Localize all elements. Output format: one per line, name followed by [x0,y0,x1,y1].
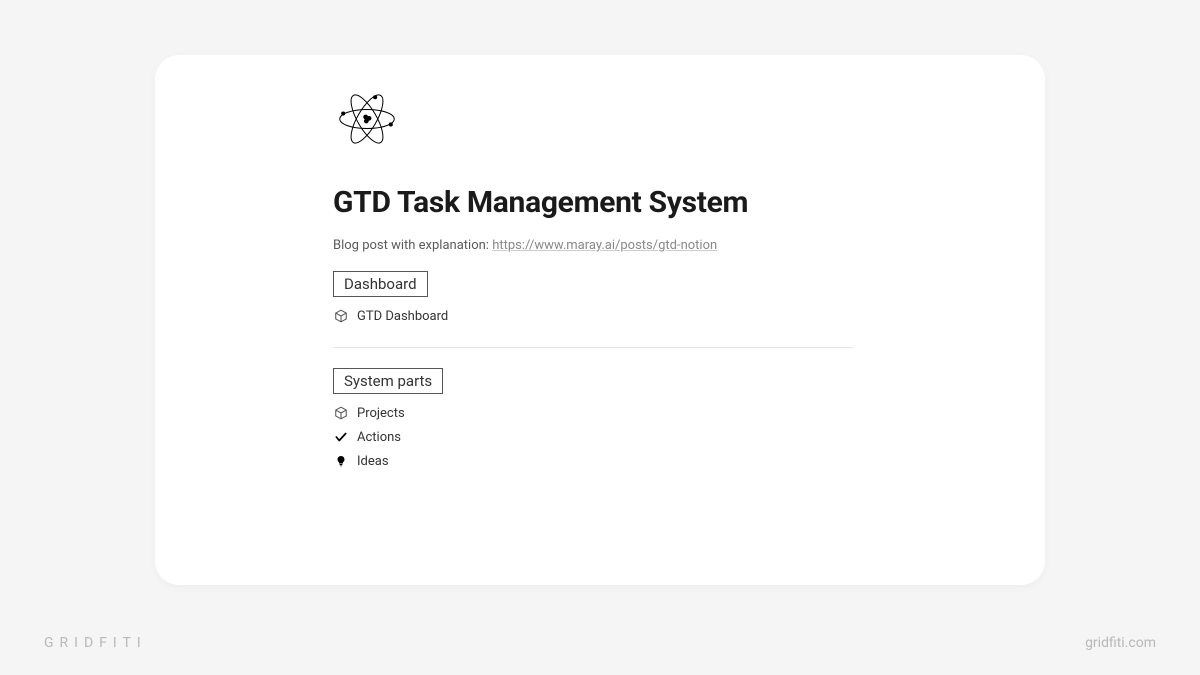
page-link-actions[interactable]: Actions [333,428,853,446]
watermark-brand: GRIDFITI [44,635,147,651]
page-card: GTD Task Management System Blog post wit… [155,55,1045,585]
atom-icon [333,85,401,153]
page-title: GTD Task Management System [333,185,853,220]
divider [333,347,853,348]
page-link-label: Projects [357,406,405,421]
bulb-icon [333,453,349,469]
page-link-label: GTD Dashboard [357,309,448,324]
section-header-dashboard: Dashboard [333,271,428,297]
blog-link[interactable]: https://www.maray.ai/posts/gtd-notion [492,238,717,253]
page-link-projects[interactable]: Projects [333,404,853,422]
page-link-gtd-dashboard[interactable]: GTD Dashboard [333,307,853,325]
page-link-label: Actions [357,430,401,445]
page-link-ideas[interactable]: Ideas [333,452,853,470]
page-link-label: Ideas [357,454,389,469]
cube-icon [333,308,349,324]
blog-label: Blog post with explanation: [333,238,492,253]
section-header-system-parts: System parts [333,368,443,394]
check-icon [333,429,349,445]
blog-explanation: Blog post with explanation: https://www.… [333,238,853,253]
page-content: GTD Task Management System Blog post wit… [333,85,853,476]
cube-icon [333,405,349,421]
watermark-url: gridfiti.com [1085,635,1156,651]
